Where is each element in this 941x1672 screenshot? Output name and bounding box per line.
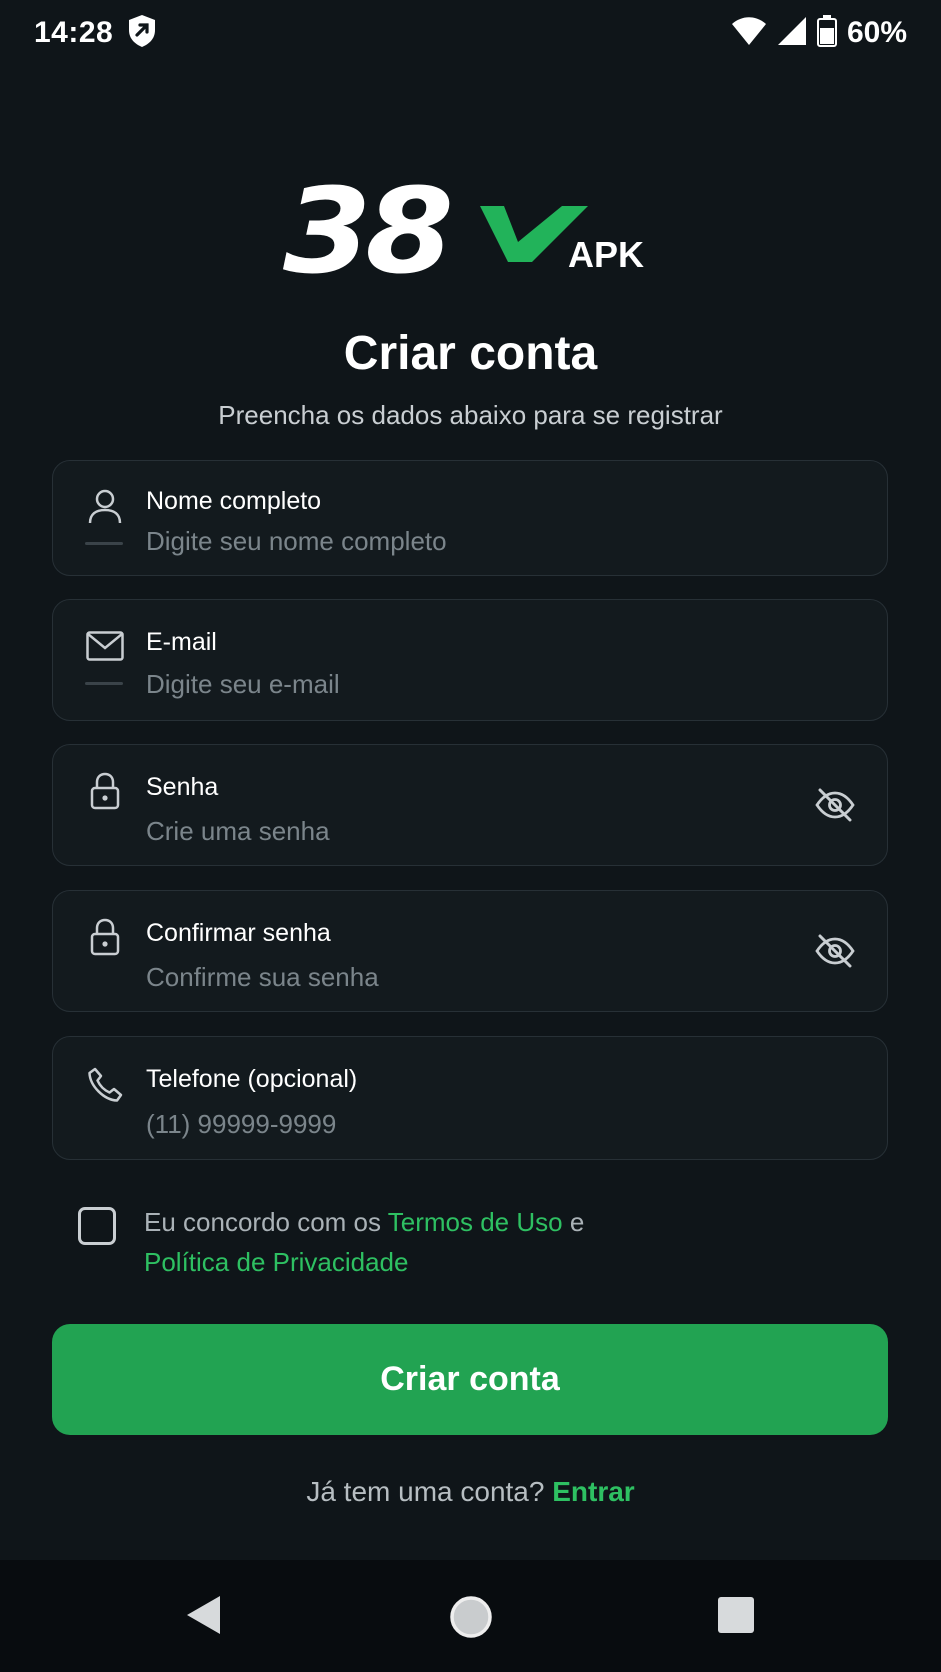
phone-field-label: Telefone (opcional) [146,1065,358,1093]
create-account-button[interactable]: Criar conta [52,1324,888,1435]
recents-icon[interactable] [717,1596,755,1639]
terms-text: Eu concordo com os Termos de Uso e Polít… [144,1202,784,1282]
password-input[interactable] [146,811,746,851]
lock-icon [83,915,127,959]
password-field-label: Senha [146,773,219,801]
terms-checkbox[interactable] [78,1207,116,1245]
name-input[interactable] [146,521,746,561]
battery-percentage: 60% [846,16,907,49]
page-subtitle: Preencha os dados abaixo para se registr… [218,400,723,430]
eye-off-icon[interactable] [813,929,857,973]
status-left: 14:28 [34,14,157,53]
status-right: 60% [731,14,907,52]
shield-icon [127,14,157,53]
name-field-label: Nome completo [146,487,322,515]
navigation-bar [0,1560,941,1672]
back-icon[interactable] [184,1594,224,1641]
icon-divider [85,682,123,685]
privacy-policy-link[interactable]: Política de Privacidade [144,1247,408,1277]
phone-input[interactable] [146,1103,746,1145]
terms-joiner: e [562,1207,585,1237]
icon-divider [85,542,123,545]
login-row: Já tem uma conta? Entrar [0,1476,941,1508]
brand-logo: 38 APK [283,172,663,290]
battery-icon [816,14,837,52]
lock-icon [83,769,127,813]
password-field[interactable]: Senha [52,744,888,866]
home-icon[interactable] [448,1594,494,1645]
eye-off-icon[interactable] [813,783,857,827]
email-input[interactable] [146,664,746,704]
logo-digits: 38 [283,162,454,300]
confirm-password-input[interactable] [146,957,746,997]
terms-of-use-link[interactable]: Termos de Uso [388,1207,563,1237]
phone-field[interactable]: Telefone (opcional) [52,1036,888,1160]
email-field[interactable]: E-mail [52,599,888,721]
phone-icon [83,1063,127,1107]
confirm-password-field-label: Confirmar senha [146,919,331,947]
terms-prefix: Eu concordo com os [144,1207,388,1237]
name-field[interactable]: Nome completo [52,460,888,576]
user-icon [83,485,127,529]
login-link[interactable]: Entrar [552,1476,634,1507]
mail-icon [83,624,127,668]
page-title: Criar conta [343,327,598,380]
status-bar: 14:28 60% [0,0,941,66]
login-prompt: Já tem uma conta? [306,1476,553,1507]
signal-icon [777,16,807,51]
wifi-icon [731,16,767,51]
confirm-password-field[interactable]: Confirmar senha [52,890,888,1012]
logo-suffix: APK [568,234,645,275]
status-time: 14:28 [34,16,114,49]
email-field-label: E-mail [146,628,217,656]
